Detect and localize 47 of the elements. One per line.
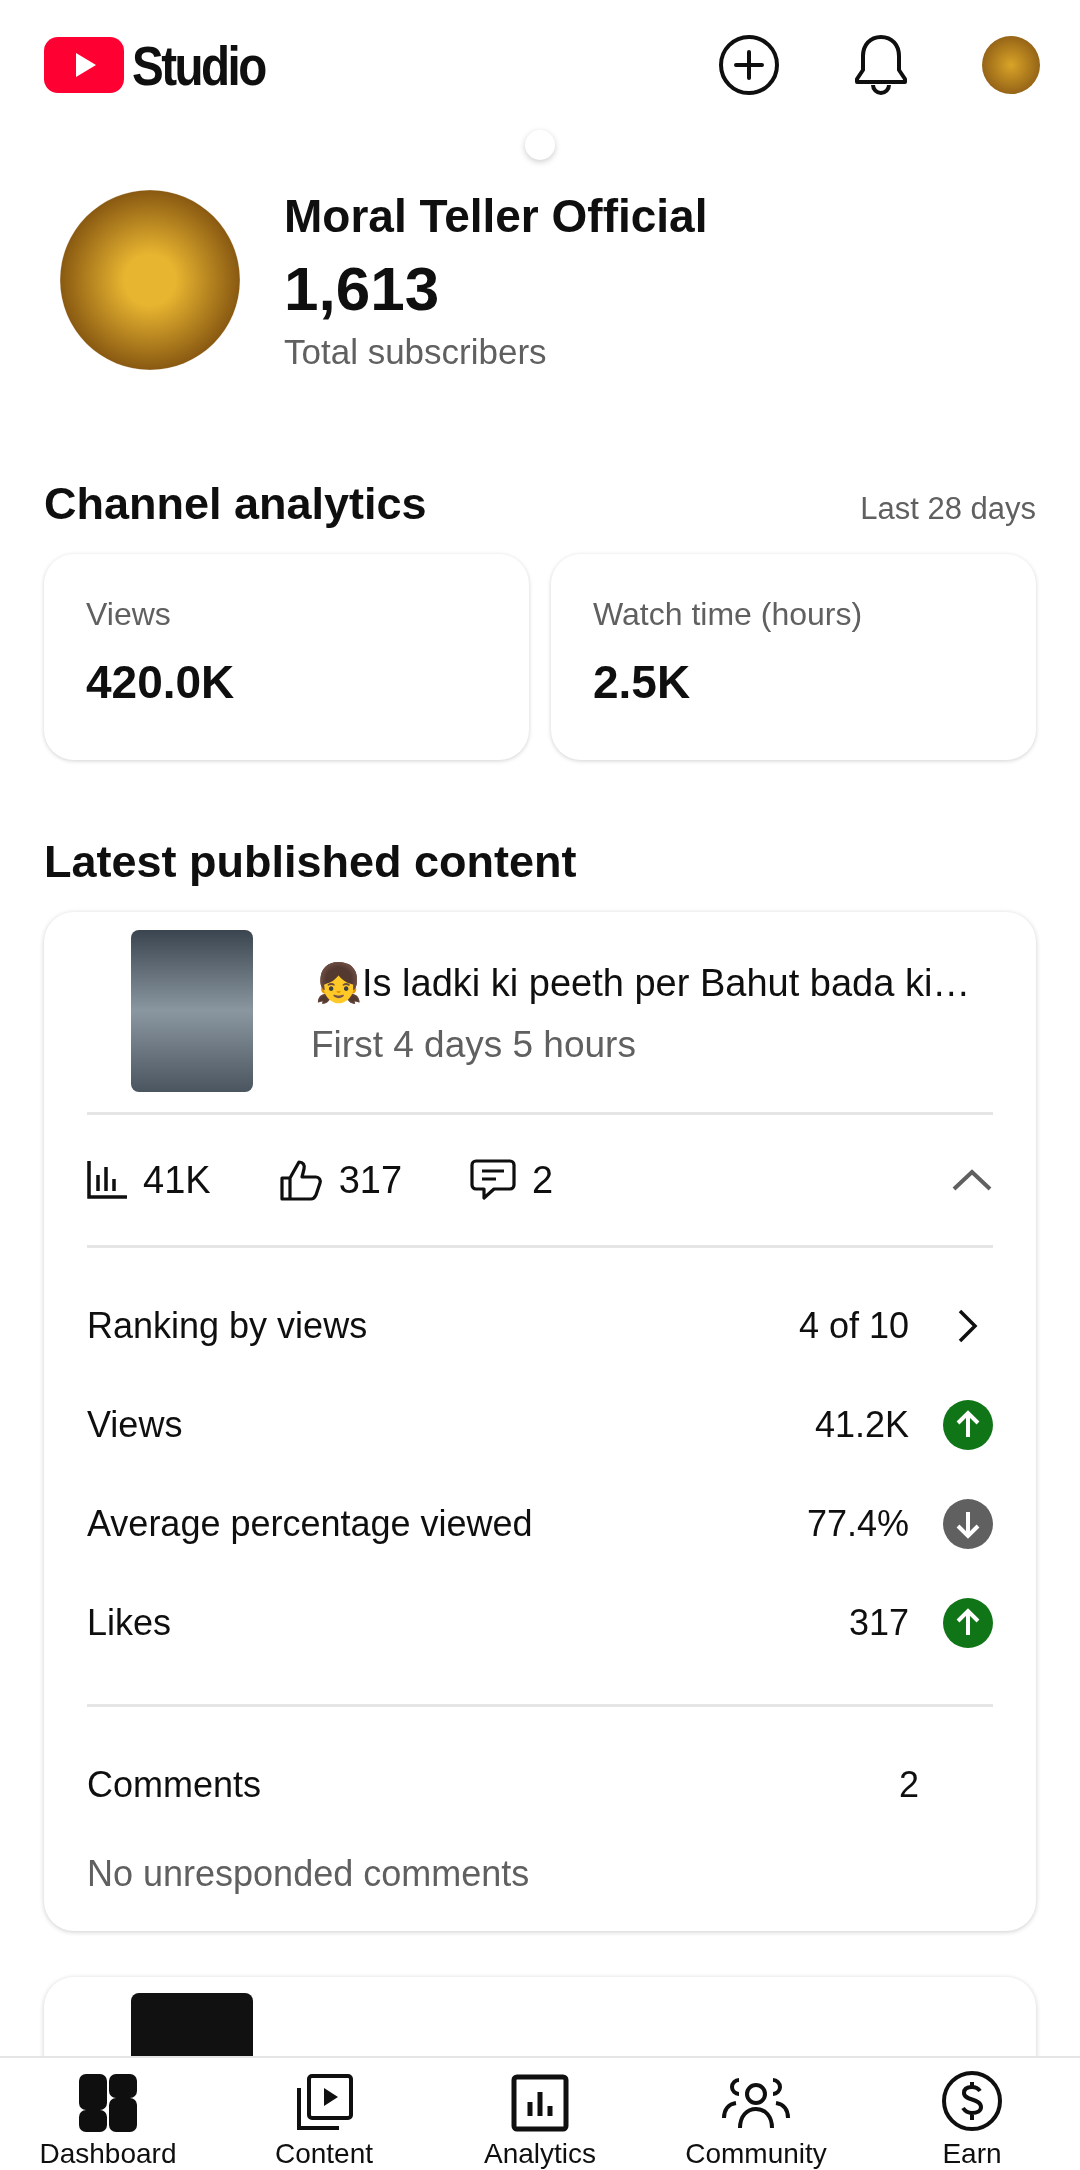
video-title[interactable]: 👧Is ladki ki peeth per Bahut bada ki… xyxy=(311,956,975,1012)
nav-tab[interactable]: Community xyxy=(656,2074,856,2170)
subscribers-label: Total subscribers xyxy=(284,331,548,372)
comment-icon xyxy=(470,1158,517,1202)
account-avatar[interactable] xyxy=(982,36,1040,94)
comments-total: 2 xyxy=(898,1764,919,1806)
chevron-icon[interactable] xyxy=(951,1168,993,1192)
metric-value: 4 of 10 xyxy=(798,1304,909,1347)
metric-value: 317 xyxy=(848,1601,909,1644)
refresh-indicator xyxy=(525,130,555,160)
nav-tab[interactable]: Dashboard xyxy=(8,2074,208,2170)
section-title: Latest published content xyxy=(44,836,577,887)
period-label: Last 28 days xyxy=(860,491,1036,527)
stat-card[interactable]: Views 420.0K xyxy=(44,554,529,760)
thumbs-up-icon xyxy=(278,1158,323,1202)
arrow-up-icon xyxy=(943,1597,993,1648)
metric-value: 77.4% xyxy=(806,1502,909,1545)
section-title: Channel analytics xyxy=(44,478,427,530)
nav-tab[interactable]: Earn xyxy=(872,2070,1072,2170)
metric-label: Views xyxy=(87,1403,184,1446)
nav-tab[interactable]: Content xyxy=(224,2074,424,2170)
channel-name: Moral Teller Official xyxy=(284,188,708,243)
notifications-icon[interactable] xyxy=(854,33,908,97)
comments-count: 2 xyxy=(532,1158,554,1202)
comments-note: No unresponded comments xyxy=(87,1853,531,1895)
video-period: First 4 days 5 hours xyxy=(311,1023,637,1066)
comments-label: Comments xyxy=(87,1764,263,1806)
metric-label: Ranking by views xyxy=(87,1304,369,1347)
arrow-down-icon xyxy=(943,1498,993,1549)
metric-value: 41.2K xyxy=(814,1403,909,1446)
likes-count: 317 xyxy=(338,1158,403,1202)
metric-label: Average percentage viewed xyxy=(87,1502,534,1545)
stat-card[interactable]: Watch time (hours) 2.5K xyxy=(551,554,1036,760)
nav-tab[interactable]: Analytics xyxy=(440,2074,640,2170)
subscriber-count: 1,613 xyxy=(284,252,441,324)
bar-chart-icon xyxy=(87,1161,127,1199)
video-thumbnail[interactable] xyxy=(131,930,253,1092)
stat-value: 420.0K xyxy=(86,655,236,709)
views-count: 41K xyxy=(143,1158,211,1202)
stat-label: Watch time (hours) xyxy=(593,596,864,633)
arrow-up-icon xyxy=(943,1399,993,1450)
play-logo-icon xyxy=(44,37,124,93)
stat-value: 2.5K xyxy=(593,655,692,709)
logo-text: Studio xyxy=(132,32,265,98)
stat-label: Views xyxy=(86,596,172,633)
metric-label: Likes xyxy=(87,1601,173,1644)
create-icon[interactable] xyxy=(718,34,780,96)
